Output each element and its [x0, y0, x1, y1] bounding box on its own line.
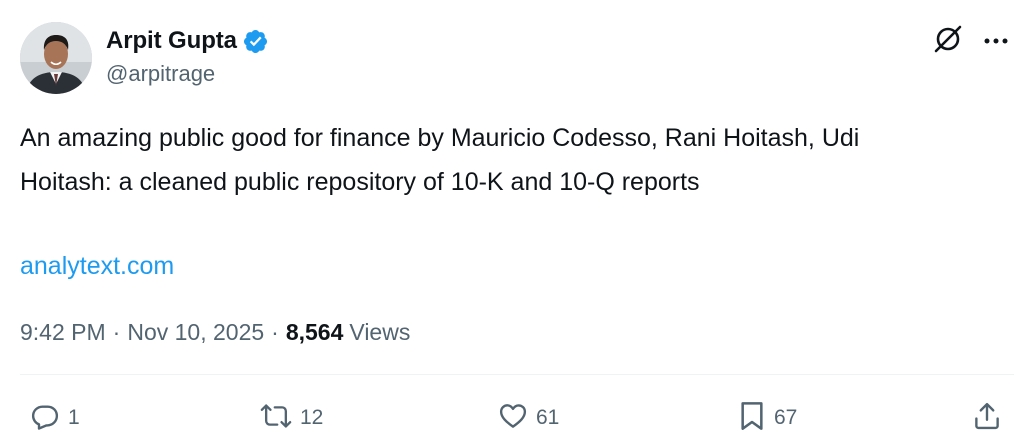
bookmark-icon	[738, 400, 766, 437]
author-handle[interactable]: @arpitrage	[106, 61, 215, 87]
views-count[interactable]: 8,564	[286, 312, 344, 352]
retweet-count: 12	[300, 406, 324, 429]
avatar-image	[20, 22, 92, 94]
more-icon	[983, 32, 1009, 50]
bookmark-count: 67	[774, 406, 798, 429]
bookmark-button[interactable]: 67	[738, 396, 797, 440]
meta-separator: ·	[112, 319, 121, 345]
grok-button[interactable]	[930, 23, 966, 59]
tweet: Arpit Gupta @arpitrage An amazing public…	[0, 0, 1033, 441]
like-icon	[498, 401, 528, 436]
reply-icon	[30, 401, 60, 436]
meta-separator: ·	[271, 319, 279, 345]
tweet-time[interactable]: 9:42 PM	[20, 312, 106, 352]
more-options-button[interactable]	[978, 23, 1014, 59]
divider	[20, 374, 1014, 375]
like-count: 61	[536, 406, 560, 429]
avatar[interactable]	[20, 22, 92, 94]
retweet-icon	[260, 401, 292, 436]
tweet-meta: 9:42 PM · Nov 10, 2025 · 8,564 Views	[20, 312, 410, 352]
reply-button[interactable]: 1	[30, 396, 80, 440]
share-button[interactable]	[972, 396, 1002, 440]
views-label[interactable]: Views	[349, 312, 410, 352]
tweet-date[interactable]: Nov 10, 2025	[127, 312, 264, 352]
grok-icon	[932, 23, 964, 60]
action-bar: 1 12 61 67	[20, 396, 1014, 440]
like-button[interactable]: 61	[498, 396, 559, 440]
author-display-name[interactable]: Arpit Gupta	[106, 27, 237, 55]
reply-count: 1	[68, 406, 80, 429]
tweet-text: An amazing public good for finance by Ma…	[20, 124, 860, 196]
share-icon	[972, 401, 1002, 436]
retweet-button[interactable]: 12	[260, 396, 323, 440]
verified-badge-icon[interactable]	[242, 28, 269, 55]
author-name-row: Arpit Gupta	[106, 24, 269, 58]
tweet-link[interactable]: analytext.com	[20, 246, 174, 286]
